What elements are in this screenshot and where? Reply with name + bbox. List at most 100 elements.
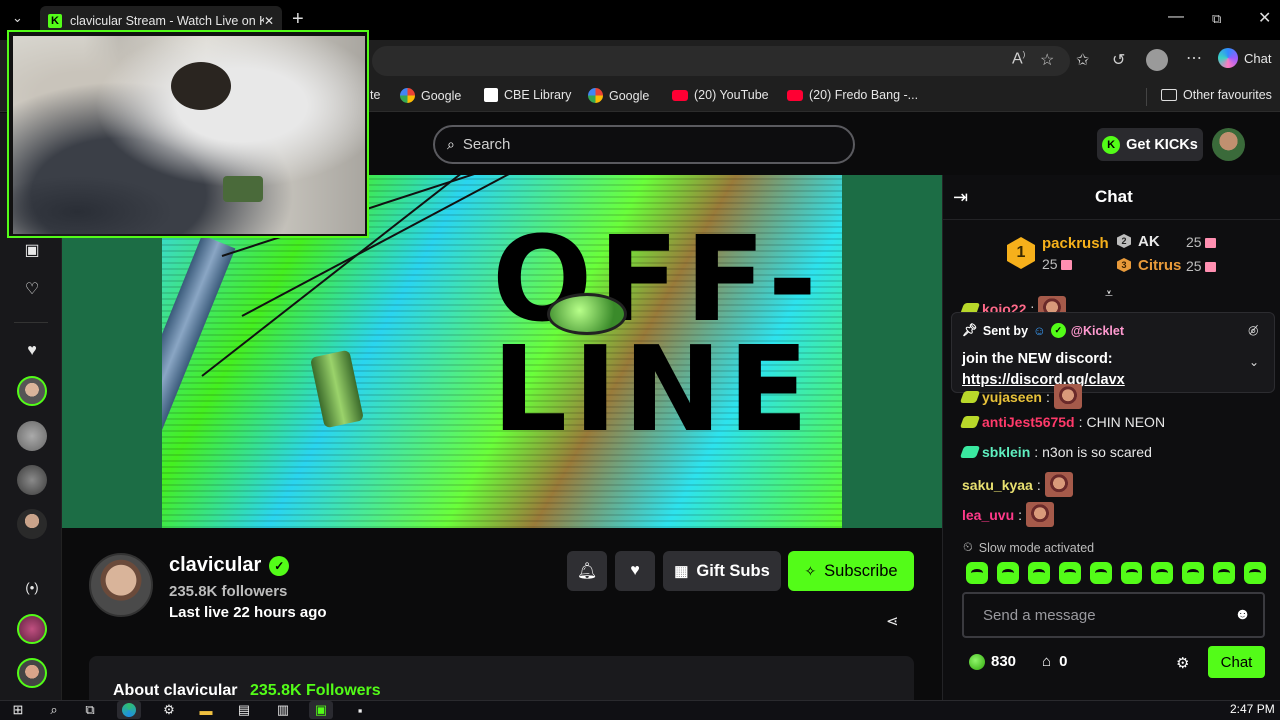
emote-icon[interactable]: [1058, 562, 1081, 584]
heart-icon: ♥: [630, 562, 640, 579]
browse-icon[interactable]: ▣: [20, 240, 44, 260]
leaderboard-name[interactable]: Citrus: [1138, 257, 1181, 274]
collapse-chat-icon[interactable]: ⇥: [953, 187, 968, 208]
gift-subs-button[interactable]: ▦ Gift Subs: [663, 551, 781, 591]
emote-icon[interactable]: [1120, 562, 1143, 584]
search-input[interactable]: [462, 136, 823, 153]
profile-icon[interactable]: [1146, 49, 1168, 71]
notification-bell-button[interactable]: 🔔︎: [567, 551, 607, 591]
user-avatar[interactable]: [1212, 128, 1245, 161]
emote-icon[interactable]: [1089, 562, 1112, 584]
channel-points[interactable]: 830: [969, 653, 1016, 670]
bookmark-item[interactable]: CBE Library: [484, 88, 571, 102]
emote-icon: [1044, 472, 1073, 497]
close-window-button[interactable]: ✕: [1258, 8, 1271, 28]
expand-pinned-icon[interactable]: ⌄: [1249, 355, 1259, 369]
leaderboard-value: 25: [1042, 256, 1072, 272]
emote-icon[interactable]: [1151, 562, 1174, 584]
sub-badge-icon: [959, 390, 981, 403]
chat-input-box[interactable]: ☻: [962, 592, 1265, 638]
slow-mode-notice: ⏲︎ Slow mode activated: [963, 540, 1095, 555]
chat-message: saku_kyaa:: [962, 472, 1073, 497]
following-heart-icon[interactable]: ♡: [20, 279, 44, 299]
store-app-icon[interactable]: ▤: [232, 701, 256, 719]
file-explorer-icon[interactable]: ▬: [194, 701, 218, 719]
sub-badge-icon: [959, 446, 981, 458]
terminal-app-icon[interactable]: ▪: [348, 701, 372, 719]
emote-icon[interactable]: [966, 562, 988, 584]
bookmark-item[interactable]: (20) Fredo Bang -...: [787, 88, 918, 102]
favorite-star-icon[interactable]: ☆: [1040, 50, 1054, 70]
tab-title: clavicular Stream - Watch Live on Kick: [70, 14, 264, 28]
subscribe-label: Subscribe: [824, 561, 898, 580]
copilot-button[interactable]: Chat: [1218, 48, 1271, 68]
read-aloud-icon[interactable]: A): [1012, 50, 1025, 68]
taskbar-search-icon[interactable]: ⌕: [42, 701, 66, 719]
chat-settings-gear-icon[interactable]: ⚙: [1176, 654, 1189, 672]
more-options-icon[interactable]: ⋯: [1186, 48, 1202, 68]
picture-in-picture-window[interactable]: [7, 30, 369, 238]
chat-title: Chat: [1095, 187, 1133, 206]
emote-icon[interactable]: [1244, 562, 1267, 584]
emoji-picker-icon[interactable]: ☻: [1234, 606, 1251, 624]
hide-pinned-icon[interactable]: ◎̸: [1248, 323, 1258, 337]
gift-icon: [1204, 262, 1216, 273]
history-icon[interactable]: ↺: [1112, 50, 1125, 70]
followed-channel-avatar[interactable]: [17, 465, 47, 495]
search-bar[interactable]: ⌕: [433, 125, 855, 164]
subscribe-button[interactable]: ✧ Subscribe: [788, 551, 914, 591]
store-button[interactable]: ⌂ 0: [1042, 653, 1067, 670]
offline-text: OFF- LINE: [492, 210, 823, 458]
recommended-channel-avatar[interactable]: [17, 614, 47, 644]
other-favourites[interactable]: Other favourites: [1161, 88, 1272, 102]
tab-list-chevron-icon[interactable]: ⌄: [12, 10, 23, 26]
channel-avatar[interactable]: [89, 553, 153, 617]
bell-icon: 🔔︎: [576, 563, 598, 580]
chat-message: sbklein: n3on is so scared: [959, 444, 1152, 460]
leaderboard-name[interactable]: AK: [1138, 233, 1160, 250]
sub-badge-icon: [959, 416, 981, 428]
gift-icon: [1060, 260, 1072, 271]
nav-divider: [14, 322, 48, 323]
quick-emote-bar: [966, 562, 1267, 586]
send-chat-button[interactable]: Chat: [1208, 646, 1265, 678]
app-icon[interactable]: ▥: [271, 701, 295, 719]
emote-icon[interactable]: [1182, 562, 1205, 584]
favorites-icon[interactable]: ✩: [1076, 50, 1089, 70]
maximize-button[interactable]: ⧉: [1212, 11, 1221, 27]
windows-start-icon[interactable]: ⊞: [6, 701, 30, 719]
tab-close-icon[interactable]: ✕: [264, 14, 274, 28]
emote-icon[interactable]: [996, 562, 1019, 584]
pip-blanket: [13, 176, 173, 236]
followed-channel-avatar[interactable]: [17, 421, 47, 451]
chat-message-input[interactable]: [983, 606, 1235, 624]
follow-button[interactable]: ♥: [615, 551, 655, 591]
emote-icon[interactable]: [1027, 562, 1050, 584]
url-field[interactable]: [372, 46, 1070, 76]
expand-leaderboard-icon[interactable]: ⩡: [1105, 285, 1113, 302]
copilot-icon: [1218, 48, 1238, 68]
followed-channel-avatar[interactable]: [17, 376, 47, 406]
channel-name[interactable]: clavicular ✓: [169, 554, 290, 577]
steam-icon[interactable]: ⚙: [157, 701, 181, 719]
bookmark-item[interactable]: Google: [588, 88, 649, 103]
new-tab-button[interactable]: +: [292, 8, 304, 31]
bookmark-item[interactable]: Google: [400, 88, 461, 103]
pip-video-frame: [13, 36, 365, 236]
bookmark-item[interactable]: te: [370, 88, 380, 102]
leaderboard-name[interactable]: packrush: [1042, 235, 1109, 252]
share-icon[interactable]: ⋖: [886, 612, 899, 630]
copilot-label: Chat: [1244, 50, 1272, 66]
recommended-channel-avatar[interactable]: [17, 658, 47, 688]
bookmark-item[interactable]: (20) YouTube: [672, 88, 769, 102]
last-live-text: Last live 22 hours ago: [169, 604, 327, 621]
followed-channel-avatar[interactable]: [17, 509, 47, 539]
get-kicks-button[interactable]: K Get KICKs: [1097, 128, 1203, 161]
kick-coin-icon: K: [1102, 135, 1121, 154]
task-view-icon[interactable]: ⧉: [78, 701, 102, 719]
emote-icon[interactable]: [1213, 562, 1236, 584]
edge-browser-icon[interactable]: [117, 701, 141, 719]
kick-app-icon[interactable]: ▣: [309, 701, 333, 719]
timer-icon: ⏲︎: [963, 540, 973, 554]
minimize-button[interactable]: —: [1168, 8, 1184, 26]
